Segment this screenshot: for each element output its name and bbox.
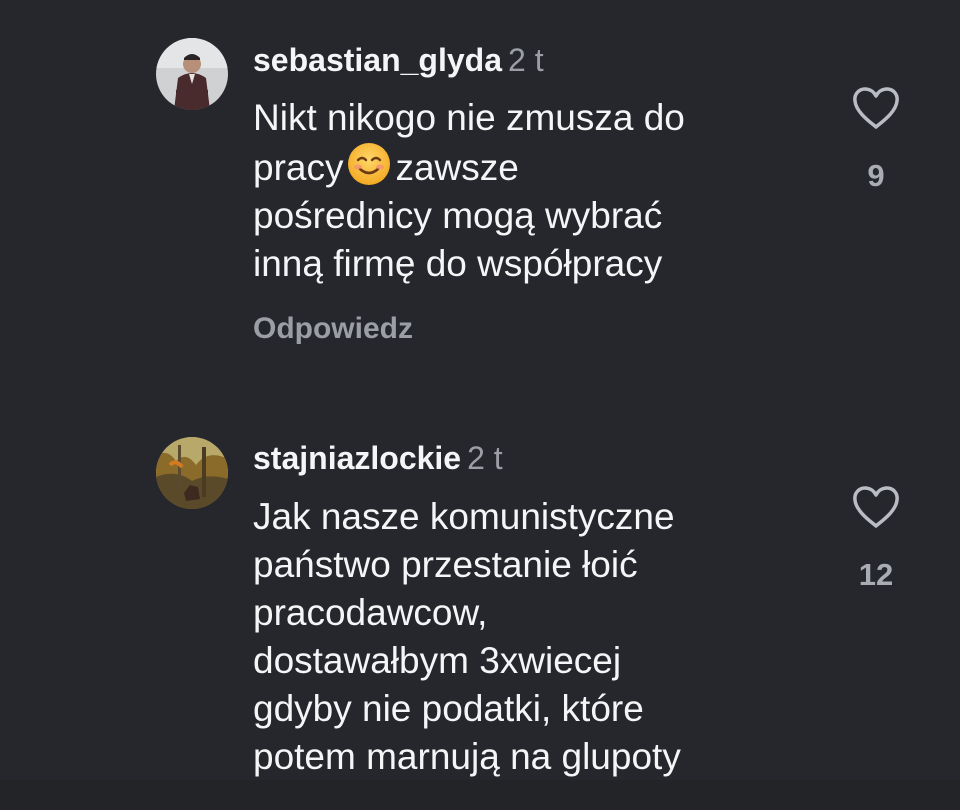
comment-header: sebastian_glyda 2 t bbox=[253, 40, 544, 80]
bottom-strip bbox=[0, 780, 960, 810]
comment-line: Nikt nikogo nie zmusza do bbox=[253, 97, 685, 138]
reply-button[interactable]: Odpowiedz bbox=[253, 312, 413, 346]
comment-line: pracodawcow, bbox=[253, 592, 488, 633]
like-control: 12 bbox=[846, 485, 906, 593]
comment-line: państwo przestanie łoić bbox=[253, 544, 638, 585]
comment-line: pośrednicy mogą wybrać bbox=[253, 195, 663, 236]
comments-screen: sebastian_glyda 2 t Nikt nikogo nie zmusz… bbox=[0, 0, 960, 810]
comment-text: Nikt nikogo nie zmusza do pracy zawsze p… bbox=[253, 94, 793, 288]
comment-line: potem marnują na glupoty bbox=[253, 736, 681, 777]
comment-line-part: pracy bbox=[253, 147, 344, 188]
heart-outline-icon[interactable] bbox=[851, 485, 901, 529]
comment-line: Jak nasze komunistyczne bbox=[253, 496, 675, 537]
smiling-face-emoji-icon bbox=[347, 142, 391, 186]
comment-line: gdyby nie podatki, które bbox=[253, 688, 644, 729]
comment-header: stajniazlockie 2 t bbox=[253, 438, 503, 478]
avatar[interactable] bbox=[156, 437, 228, 509]
like-count: 12 bbox=[858, 557, 894, 592]
timestamp: 2 t bbox=[467, 440, 503, 476]
like-control: 9 bbox=[846, 86, 906, 194]
comment-text: Jak nasze komunistyczne państwo przestan… bbox=[253, 493, 793, 781]
timestamp: 2 t bbox=[508, 42, 544, 78]
username[interactable]: stajniazlockie bbox=[253, 440, 461, 476]
like-count: 9 bbox=[867, 158, 885, 193]
comment-line: dostawałbym 3xwiecej bbox=[253, 640, 622, 681]
comment-line: inną firmę do współpracy bbox=[253, 243, 663, 284]
comment-line-part: zawsze bbox=[395, 147, 519, 188]
comment-line: pracy zawsze bbox=[253, 142, 793, 192]
username[interactable]: sebastian_glyda bbox=[253, 42, 502, 78]
avatar[interactable] bbox=[156, 38, 228, 110]
heart-outline-icon[interactable] bbox=[851, 86, 901, 130]
